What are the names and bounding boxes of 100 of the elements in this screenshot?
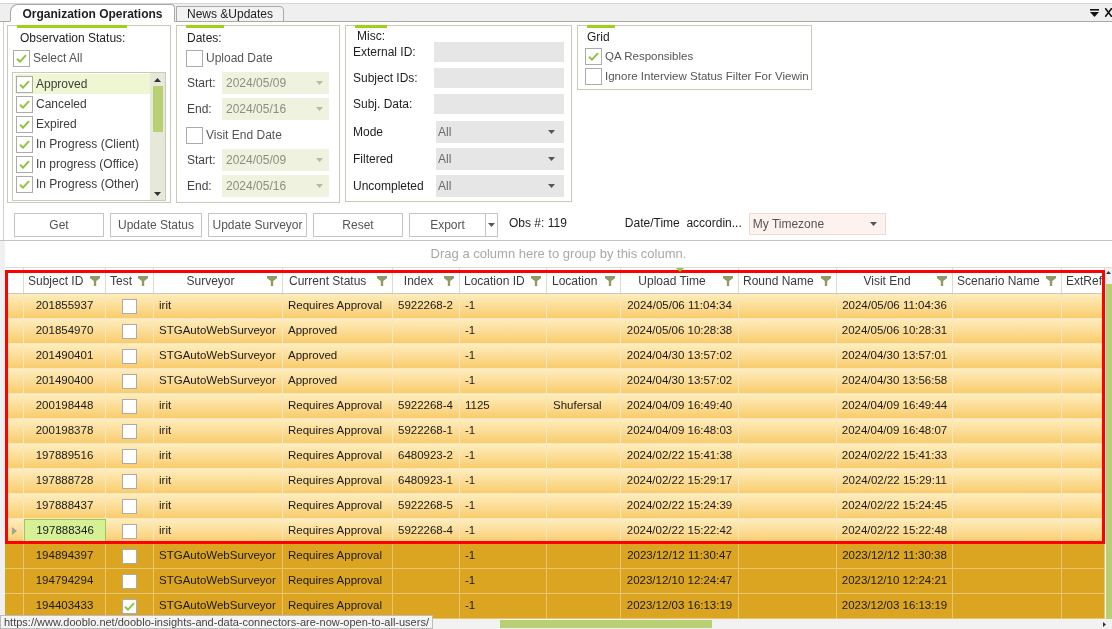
- table-row[interactable]: 200198378 irit Requires Approval 5922268-1 -1 2024/04/09 16:48:03 2024/04/09 16:48:07: [5, 419, 1105, 444]
- tab[interactable]: Organization Operations: [10, 4, 175, 22]
- toolbar-button[interactable]: Update Surveyor: [208, 213, 307, 237]
- column-header[interactable]: Scenario Name: [953, 268, 1062, 293]
- checkbox-label: Upload Date: [206, 50, 273, 67]
- checkbox[interactable]: [186, 49, 203, 67]
- table-row[interactable]: 201854970 STGAutoWebSurveyor Approved -1 2024/05/06 10:28:38 2024/05/06 10:28:31: [5, 319, 1105, 344]
- checkbox-label: QA Responsibles: [605, 49, 694, 64]
- filter-icon[interactable]: [267, 275, 277, 286]
- filter-icon[interactable]: [531, 275, 541, 286]
- status-label: Approved: [36, 76, 88, 93]
- filter-icon[interactable]: [821, 275, 831, 286]
- table-cell: -1: [460, 544, 547, 568]
- checkbox[interactable]: [16, 75, 33, 93]
- scroll-up-icon[interactable]: [154, 78, 161, 82]
- filter-icon[interactable]: [605, 275, 615, 286]
- scrollbar-thumb[interactable]: [152, 86, 163, 132]
- table-row[interactable]: 194794294 STGAutoWebSurveyor Requires Approval -1 2023/12/10 12:24:47 2023/12/10 12:24:21: [5, 569, 1105, 594]
- filter-icon[interactable]: [444, 275, 454, 286]
- column-header[interactable]: Index: [393, 268, 460, 293]
- checkbox[interactable]: [122, 498, 137, 514]
- select-dropdown[interactable]: All: [436, 121, 564, 143]
- column-header[interactable]: Round Name: [739, 268, 837, 293]
- toolbar-button[interactable]: Update Status: [110, 213, 202, 237]
- text-field[interactable]: [434, 94, 564, 114]
- table-row[interactable]: 200198448 irit Requires Approval 5922268-4 1125 Shufersal 2024/04/09 16:49:40 2024/04/09 16:49:44: [5, 394, 1105, 419]
- checkbox[interactable]: [13, 49, 30, 67]
- checkbox[interactable]: [186, 126, 203, 144]
- filter-icon[interactable]: [377, 275, 387, 286]
- table-cell: 2024/04/09 16:49:40: [621, 394, 739, 418]
- checkbox[interactable]: [122, 598, 137, 614]
- list-scrollbar[interactable]: [150, 73, 165, 200]
- table-row[interactable]: 197889516 irit Requires Approval 6480923-2 -1 2024/02/22 15:41:38 2024/02/22 15:41:33: [5, 444, 1105, 469]
- column-header[interactable]: Test: [106, 268, 154, 293]
- status-label: In Progress (Client): [36, 136, 140, 153]
- table-cell: 5922268-1: [393, 419, 460, 443]
- scroll-up-icon[interactable]: [1106, 271, 1111, 274]
- table-cell: 1125: [460, 394, 547, 418]
- accent-bar: [186, 25, 224, 28]
- checkbox[interactable]: [16, 135, 33, 153]
- checkbox[interactable]: [122, 573, 137, 589]
- checkbox[interactable]: [122, 323, 137, 339]
- filter-icon[interactable]: [138, 275, 148, 286]
- checkbox[interactable]: [122, 448, 137, 464]
- table-row[interactable]: 201490400 STGAutoWebSurveyor Approved -1 2024/04/30 13:57:02 2024/04/30 13:56:58: [5, 369, 1105, 394]
- table-cell: 194794294: [24, 569, 106, 593]
- column-header[interactable]: Surveyor: [154, 268, 283, 293]
- scroll-right-icon[interactable]: [1103, 621, 1106, 627]
- checkbox[interactable]: [122, 298, 137, 314]
- close-icon[interactable]: [1105, 8, 1112, 17]
- checkbox-label: Select All: [33, 50, 83, 67]
- table-cell: STGAutoWebSurveyor: [154, 319, 283, 343]
- checkbox[interactable]: [16, 175, 33, 193]
- status-list-item[interactable]: Approved: [15, 74, 150, 94]
- timezone-dropdown[interactable]: My Timezone: [748, 212, 886, 235]
- checkbox[interactable]: [122, 523, 137, 539]
- column-header[interactable]: Location ID: [460, 268, 547, 293]
- checkbox[interactable]: [585, 68, 602, 86]
- table-row[interactable]: 197888437 irit Requires Approval 5922268-5 -1 2024/02/22 15:24:39 2024/02/22 15:24:45: [5, 494, 1105, 519]
- column-header[interactable]: Subject ID: [24, 268, 106, 293]
- table-row[interactable]: 194403433 STGAutoWebSurveyor Requires Approval -1 2023/12/03 16:13:19 2023/12/03 16:13:19: [5, 594, 1105, 619]
- checkbox[interactable]: [122, 373, 137, 389]
- column-header[interactable]: Current Status: [283, 268, 393, 293]
- column-header[interactable]: Upload Time: [621, 268, 739, 293]
- checkbox[interactable]: [122, 548, 137, 564]
- column-header[interactable]: Visit End: [837, 268, 953, 293]
- scroll-down-icon[interactable]: [154, 192, 161, 196]
- checkbox[interactable]: [122, 348, 137, 364]
- checkbox[interactable]: [585, 48, 602, 66]
- table-row[interactable]: 201855937 irit Requires Approval 5922268-2 -1 2024/05/06 11:04:34 2024/05/06 11:04:36: [5, 294, 1105, 319]
- table-cell: Requires Approval: [283, 494, 393, 518]
- column-header[interactable]: Location: [547, 268, 621, 293]
- check-icon: [588, 52, 599, 62]
- split-button[interactable]: Export: [409, 213, 498, 237]
- checkbox-label: Ignore Interview Status Filter For Viewin: [605, 69, 809, 85]
- text-field[interactable]: [434, 42, 564, 62]
- checkbox[interactable]: [16, 95, 33, 113]
- table-row[interactable]: 194894397 STGAutoWebSurveyor Requires Approval -1 2023/12/12 11:30:47 2023/12/12 11:30:38: [5, 544, 1105, 569]
- checkbox[interactable]: [122, 398, 137, 414]
- checkbox[interactable]: [16, 155, 33, 173]
- checkbox[interactable]: [122, 423, 137, 439]
- toolbar-button[interactable]: Get: [14, 213, 104, 237]
- checkbox[interactable]: [16, 115, 33, 133]
- filter-icon[interactable]: [90, 275, 100, 286]
- select-dropdown[interactable]: All: [436, 175, 564, 197]
- datetime-label: Date/Time accordin...: [624, 215, 742, 232]
- filter-icon[interactable]: [1046, 275, 1056, 286]
- select-dropdown[interactable]: All: [436, 148, 564, 170]
- table-cell: -1: [460, 319, 547, 343]
- down-arrow-icon[interactable]: [1090, 8, 1099, 17]
- table-row[interactable]: 197888728 irit Requires Approval 6480923-1 -1 2024/02/22 15:29:17 2024/02/22 15:29:11: [5, 469, 1105, 494]
- checkbox[interactable]: [122, 473, 137, 489]
- table-row[interactable]: 201490401 STGAutoWebSurveyor Approved -1 2024/04/30 13:57:02 2024/04/30 13:57:01: [5, 344, 1105, 369]
- filter-icon[interactable]: [937, 275, 947, 286]
- field-label: Start:: [186, 75, 217, 92]
- tab[interactable]: News &Updates: [176, 6, 285, 22]
- filter-icon[interactable]: [723, 275, 733, 286]
- scrollbar-thumb[interactable]: [500, 620, 712, 628]
- toolbar-button[interactable]: Reset: [313, 213, 403, 237]
- text-field[interactable]: [434, 68, 564, 88]
